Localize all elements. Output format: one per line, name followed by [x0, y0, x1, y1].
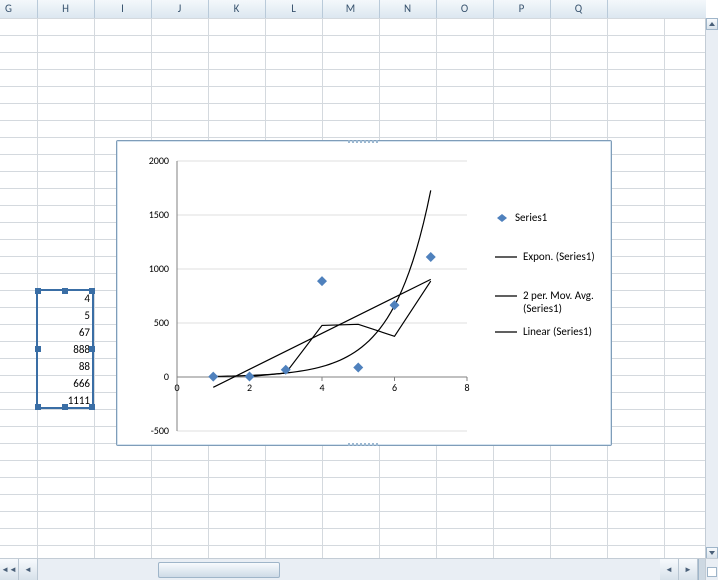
data-marker[interactable] [390, 300, 400, 310]
data-marker[interactable] [317, 276, 327, 286]
legend-label: Linear (Series1) [523, 325, 592, 338]
hscroll-track[interactable] [38, 559, 660, 580]
chart-legend[interactable]: Series1 Expon. (Series1) 2 per. Mov. Avg… [495, 211, 625, 348]
data-marker[interactable] [426, 252, 436, 262]
svg-text:4: 4 [319, 381, 324, 394]
svg-text:8: 8 [464, 381, 469, 394]
worksheet-grid[interactable]: 4567888886661111 -5000500100015002000024… [0, 18, 706, 559]
embedded-chart[interactable]: -500 0 500 1000 1500 2000 0 2 4 6 8 Series1 Expon.… [116, 140, 612, 446]
column-header[interactable]: Q [550, 0, 608, 18]
resize-handle[interactable] [707, 567, 717, 577]
column-header[interactable]: I [94, 0, 152, 18]
legend-label: 2 per. Mov. Avg.(Series1) [523, 289, 594, 315]
horizontal-scrollbar[interactable]: ◄◄ ◄ ◄ ► [0, 558, 706, 580]
app-window: GHIJKLMNOPQ 4567888886661111 -5000500100… [0, 0, 718, 580]
sheet-nav-prev[interactable]: ◄ [19, 559, 38, 580]
svg-text:6: 6 [392, 381, 397, 394]
svg-text:500: 500 [154, 316, 169, 329]
svg-text:1000: 1000 [149, 262, 169, 275]
legend-item-series1[interactable]: Series1 [495, 211, 625, 224]
data-marker[interactable] [245, 371, 255, 381]
column-header[interactable]: O [436, 0, 494, 18]
scroll-up-button[interactable] [706, 18, 718, 30]
selection-rectangle[interactable] [36, 289, 94, 409]
column-header[interactable]: H [37, 0, 95, 18]
vertical-scrollbar[interactable] [705, 18, 718, 559]
legend-label: Series1 [515, 211, 547, 224]
sheet-nav-first[interactable]: ◄◄ [0, 559, 19, 580]
data-marker[interactable] [353, 362, 363, 372]
hscroll-thumb[interactable] [158, 562, 280, 578]
scrollbar-corner [705, 558, 718, 580]
legend-label: Expon. (Series1) [523, 250, 595, 263]
column-header[interactable]: G [0, 0, 38, 18]
svg-text:2: 2 [247, 381, 252, 394]
legend-item-linear[interactable]: Linear (Series1) [495, 325, 625, 338]
svg-text:2000: 2000 [149, 154, 169, 167]
column-header-row: GHIJKLMNOPQ [0, 0, 706, 19]
svg-text:0: 0 [174, 381, 179, 394]
column-header[interactable]: L [265, 0, 323, 18]
hscroll-left-button[interactable]: ◄ [660, 559, 679, 580]
svg-text:1500: 1500 [149, 208, 169, 221]
hscroll-right-button[interactable]: ► [679, 559, 698, 580]
column-header[interactable]: N [379, 0, 437, 18]
column-header[interactable]: K [208, 0, 266, 18]
legend-item-mavg[interactable]: 2 per. Mov. Avg.(Series1) [495, 289, 625, 315]
column-header[interactable]: M [322, 0, 380, 18]
data-marker[interactable] [208, 372, 218, 382]
svg-text:0: 0 [164, 370, 169, 383]
column-header[interactable]: J [151, 0, 209, 18]
legend-item-expon[interactable]: Expon. (Series1) [495, 250, 625, 263]
column-header[interactable]: P [493, 0, 551, 18]
svg-text:-500: -500 [151, 424, 169, 437]
